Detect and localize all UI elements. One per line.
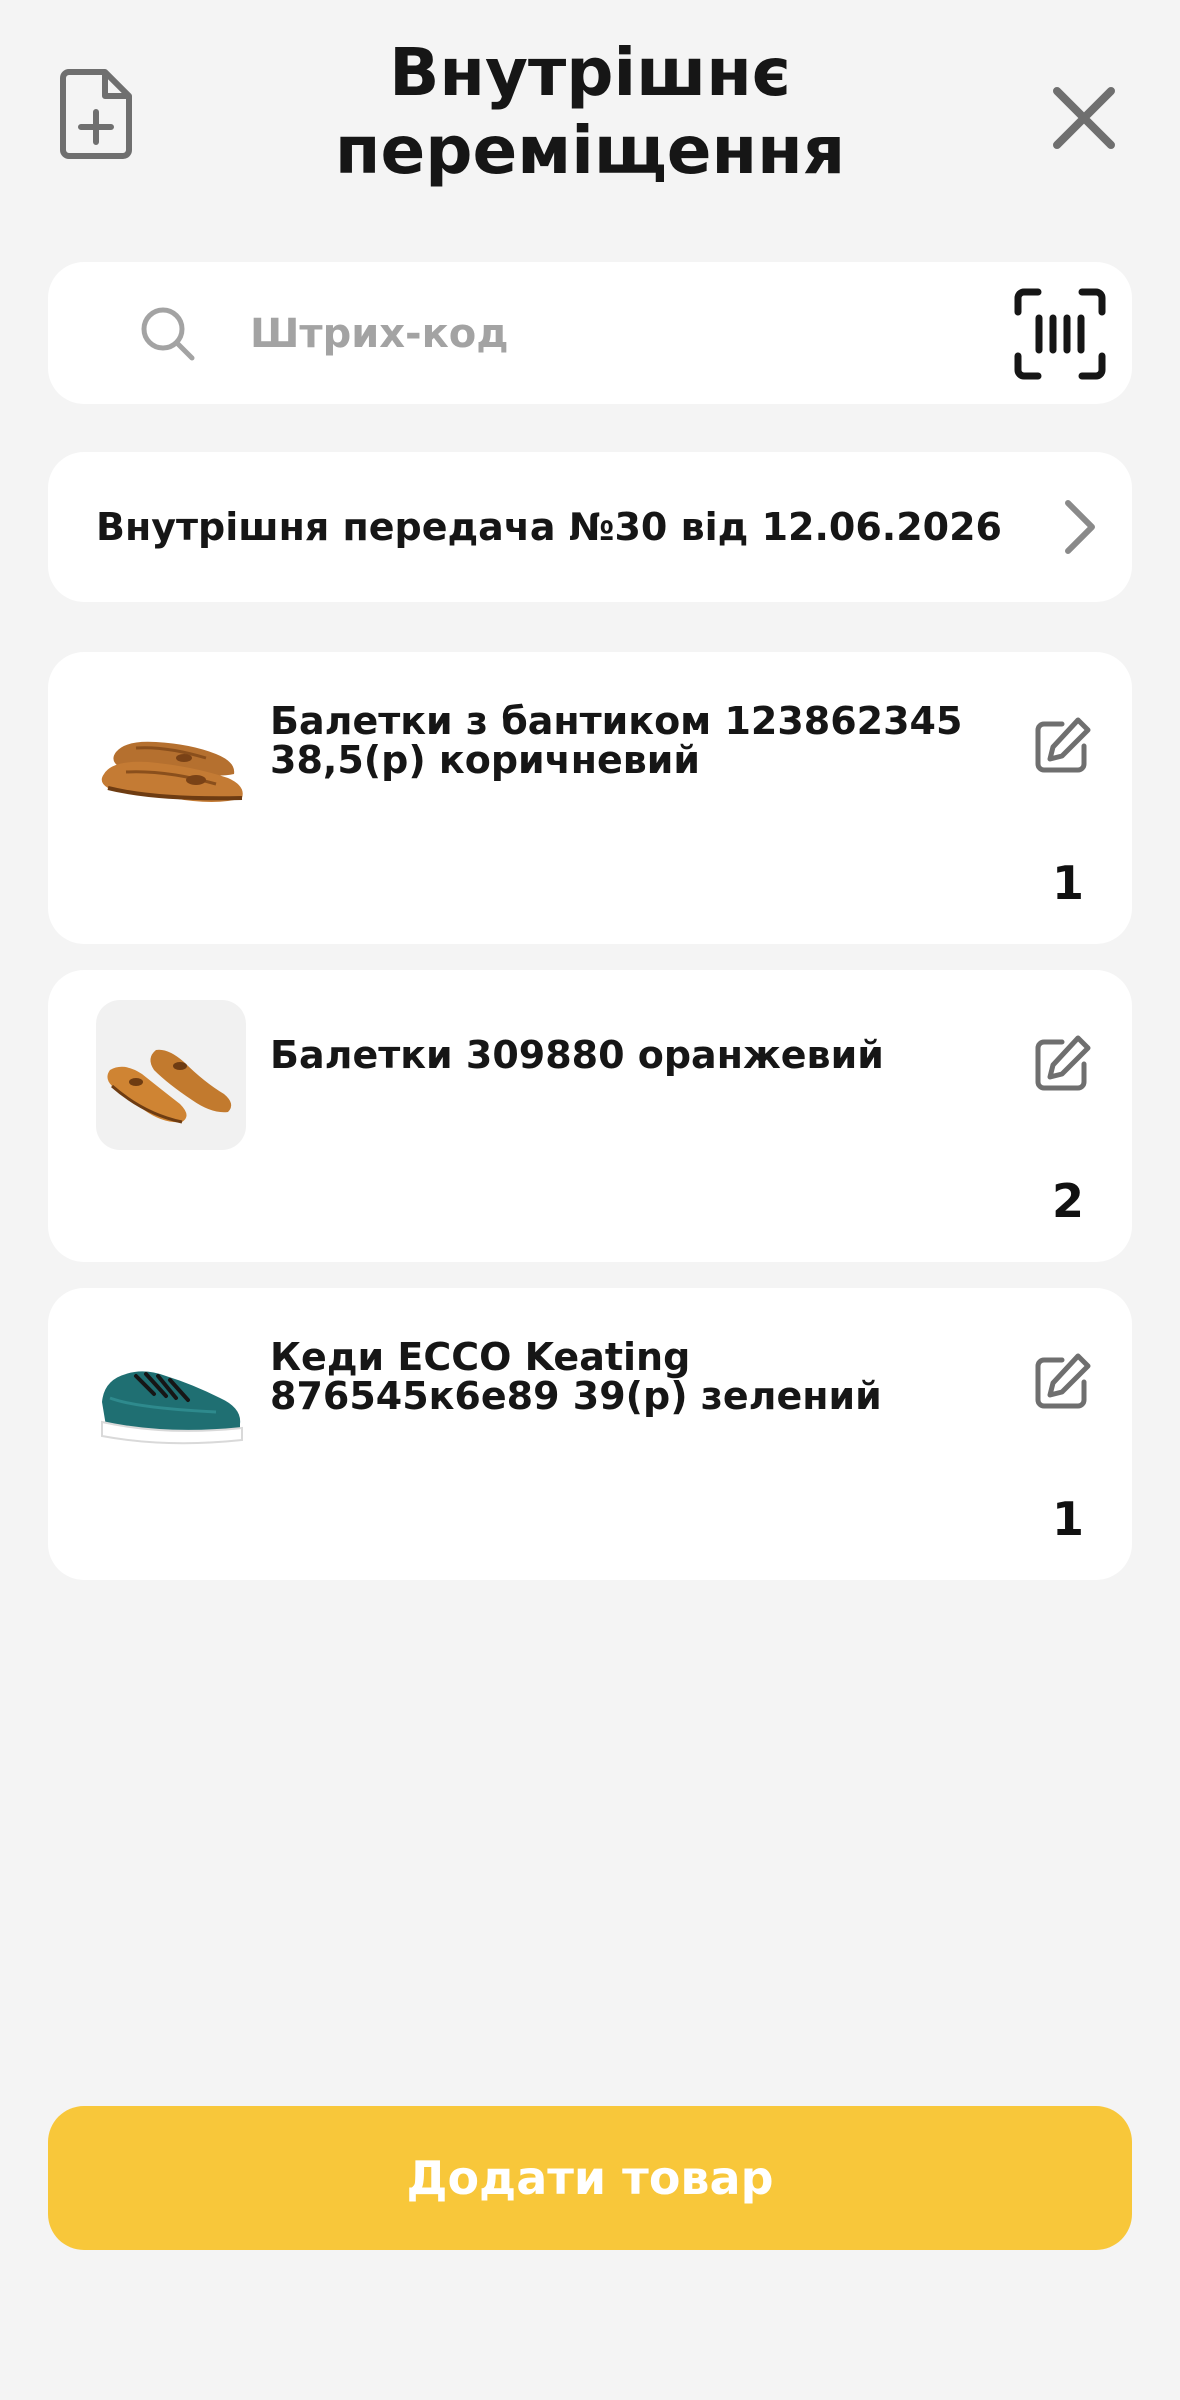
edit-icon bbox=[1035, 717, 1091, 773]
close-icon bbox=[1053, 87, 1115, 149]
page-title-line-2: переміщення bbox=[334, 112, 846, 189]
product-card[interactable]: Балетки з бантиком 123862345 38,5(р) кор… bbox=[48, 652, 1132, 944]
product-card[interactable]: Балетки 309880 оранжевий 2 bbox=[48, 970, 1132, 1262]
barcode-scan-button[interactable] bbox=[1010, 284, 1110, 384]
product-image-brown-ballet-flats bbox=[96, 682, 246, 832]
search-icon bbox=[138, 304, 198, 364]
transfer-document-row[interactable]: Внутрішня передача №30 від 12.06.2026 bbox=[48, 452, 1132, 602]
edit-product-button[interactable] bbox=[1028, 710, 1098, 780]
product-image-orange-ballet-flats bbox=[96, 1000, 246, 1150]
product-name: Кеди ECCO Keating 876545к6е89 39(р) зеле… bbox=[270, 1335, 882, 1418]
new-document-button[interactable] bbox=[56, 64, 136, 164]
page-title: Внутрішнє переміщення bbox=[240, 34, 940, 190]
product-quantity: 2 bbox=[1051, 1174, 1084, 1228]
header: Внутрішнє переміщення bbox=[0, 0, 1180, 220]
file-plus-icon bbox=[60, 69, 132, 159]
product-quantity: 1 bbox=[1051, 856, 1084, 910]
transfer-document-label: Внутрішня передача №30 від 12.06.2026 bbox=[96, 505, 1002, 549]
chevron-right-icon bbox=[1065, 500, 1095, 554]
barcode-search-input[interactable] bbox=[248, 302, 1012, 366]
edit-product-button[interactable] bbox=[1028, 1346, 1098, 1416]
edit-icon bbox=[1035, 1353, 1091, 1409]
product-image-green-sneaker bbox=[96, 1318, 246, 1468]
add-product-button[interactable]: Додати товар bbox=[48, 2106, 1132, 2250]
search-bar bbox=[48, 262, 1132, 404]
edit-icon bbox=[1035, 1035, 1091, 1091]
close-button[interactable] bbox=[1040, 74, 1128, 162]
product-name: Балетки 309880 оранжевий bbox=[270, 1033, 884, 1077]
page-title-line-1: Внутрішнє bbox=[389, 34, 791, 111]
edit-product-button[interactable] bbox=[1028, 1028, 1098, 1098]
product-name: Балетки з бантиком 123862345 38,5(р) кор… bbox=[270, 699, 963, 782]
product-quantity: 1 bbox=[1051, 1492, 1084, 1546]
product-card[interactable]: Кеди ECCO Keating 876545к6е89 39(р) зеле… bbox=[48, 1288, 1132, 1580]
barcode-scan-icon bbox=[1014, 288, 1106, 380]
